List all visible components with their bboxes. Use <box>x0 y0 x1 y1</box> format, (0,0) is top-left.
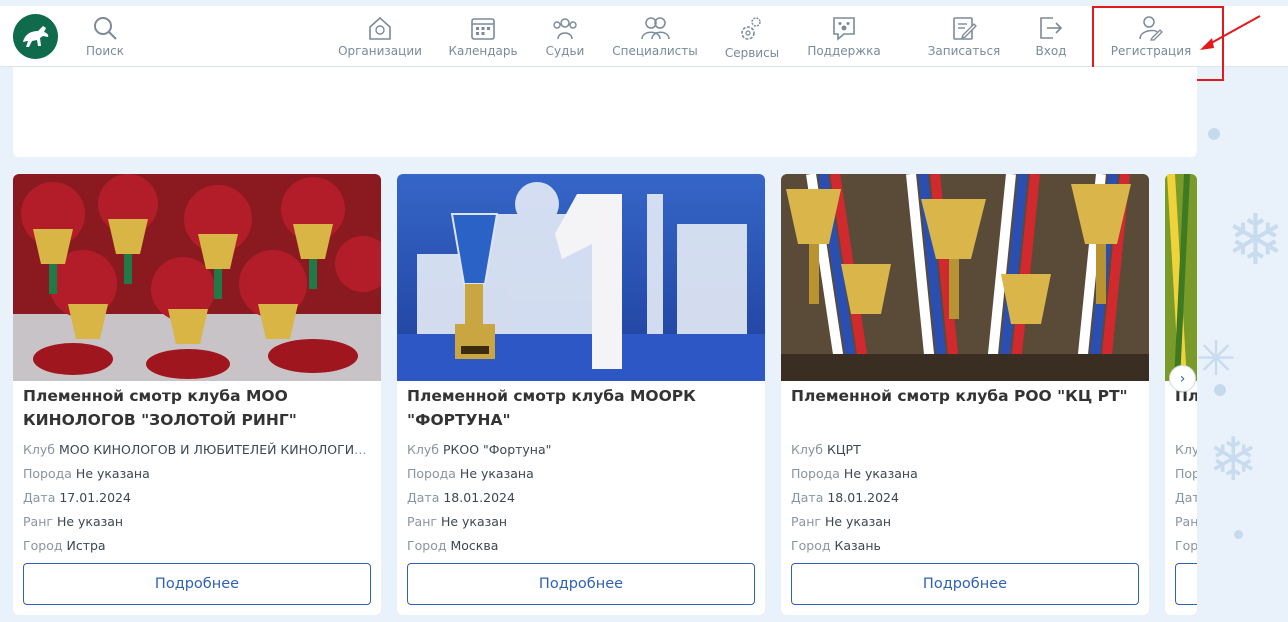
nav-specialists[interactable]: Специалисты <box>612 6 698 67</box>
nav-calendar[interactable]: Календарь <box>448 6 518 67</box>
nav-label: Записаться <box>927 44 1001 58</box>
card-image-tricolor-trophies <box>781 174 1149 381</box>
nav-login[interactable]: Вход <box>1030 6 1072 67</box>
card-date: Дата 18.01.2024 <box>407 490 515 505</box>
card-club: Клуб РКОО "Фортуна" <box>407 442 552 457</box>
card-image-partial <box>1165 174 1197 381</box>
card-image-trophies-red <box>13 174 381 381</box>
services-icon <box>741 17 761 40</box>
nav-label: Вход <box>1035 44 1067 58</box>
nav-signup[interactable]: Записаться <box>926 6 1002 67</box>
nav-label: Поддержка <box>807 44 881 58</box>
support-icon <box>833 17 855 41</box>
card-club: Клу <box>1175 442 1197 457</box>
card-city: Город Истра <box>23 538 106 553</box>
card-title: Племенной смотр клуба МООРК "ФОРТУНА" <box>407 387 696 429</box>
judges-icon <box>553 18 577 40</box>
card-rank: Ран <box>1175 514 1197 529</box>
signup-icon <box>953 17 977 40</box>
card-breed: Порода Не указана <box>23 466 150 481</box>
snow-dot <box>1234 530 1243 539</box>
nav-label: Организации <box>338 44 422 58</box>
card-title: Племенной смотр клуба МОО КИНОЛОГОВ "ЗОЛ… <box>23 387 297 429</box>
details-button[interactable] <box>1175 563 1197 605</box>
nav-label: Судьи <box>545 44 585 58</box>
annotation-arrow-icon <box>1200 15 1261 50</box>
nav-label: Специалисты <box>612 44 698 58</box>
snow-dot <box>1208 128 1220 140</box>
event-card-partial: Пл Клу Пор Дат Ран Гор <box>1165 174 1197 615</box>
details-button[interactable]: Подробнее <box>407 563 755 605</box>
banner-area <box>13 67 1197 157</box>
nav-label: Календарь <box>448 44 518 58</box>
card-rank: Ранг Не указан <box>407 514 508 529</box>
card-rank: Ранг Не указан <box>23 514 124 529</box>
search-button[interactable]: Поиск <box>80 6 130 67</box>
event-card: Племенной смотр клуба МООРК "ФОРТУНА" Кл… <box>397 174 765 615</box>
organization-icon <box>369 16 391 40</box>
card-breed: Порода Не указана <box>791 466 918 481</box>
card-date: Дат <box>1175 490 1197 505</box>
card-date: Дата 17.01.2024 <box>23 490 131 505</box>
details-button[interactable]: Подробнее <box>23 563 371 605</box>
card-title: Племенной смотр клуба РОО "КЦ РТ" <box>791 387 1128 405</box>
card-image-cup-number-one <box>397 174 765 381</box>
event-card: Племенной смотр клуба МОО КИНОЛОГОВ "ЗОЛ… <box>13 174 381 615</box>
nav-judges[interactable]: Судьи <box>540 6 590 67</box>
card-club: Клуб КЦРТ <box>791 442 861 457</box>
card-club: Клуб МОО КИНОЛОГОВ И ЛЮБИТЕЛЕЙ КИНОЛОГИИ… <box>23 442 373 457</box>
details-button[interactable]: Подробнее <box>791 563 1139 605</box>
card-city: Гор <box>1175 538 1197 553</box>
chevron-right-icon: › <box>1179 370 1186 387</box>
event-card: Племенной смотр клуба РОО "КЦ РТ" Клуб К… <box>781 174 1149 615</box>
search-label: Поиск <box>85 44 124 58</box>
card-city: Город Москва <box>407 538 499 553</box>
snowflake-decoration: ✳ <box>1196 331 1237 387</box>
nav-support[interactable]: Поддержка <box>806 6 882 67</box>
snow-dot <box>1214 384 1226 396</box>
search-icon <box>94 17 117 40</box>
calendar-icon <box>471 18 495 40</box>
login-icon <box>1040 17 1063 39</box>
nav-organizations[interactable]: Организации <box>338 6 422 67</box>
snowflake-decoration: ❄ <box>1226 199 1285 281</box>
snowflake-decoration: ❄ <box>1208 425 1259 495</box>
card-city: Город Казань <box>791 538 881 553</box>
card-breed: Пор <box>1175 466 1197 481</box>
card-rank: Ранг Не указан <box>791 514 892 529</box>
dog-logo-icon <box>22 25 48 47</box>
carousel-next-button[interactable]: › <box>1169 365 1196 392</box>
nav-label: Сервисы <box>724 46 780 60</box>
card-date: Дата 18.01.2024 <box>791 490 899 505</box>
logo[interactable] <box>13 14 58 59</box>
specialists-icon <box>641 17 670 40</box>
nav-services[interactable]: Сервисы <box>722 6 782 67</box>
card-breed: Порода Не указана <box>407 466 534 481</box>
